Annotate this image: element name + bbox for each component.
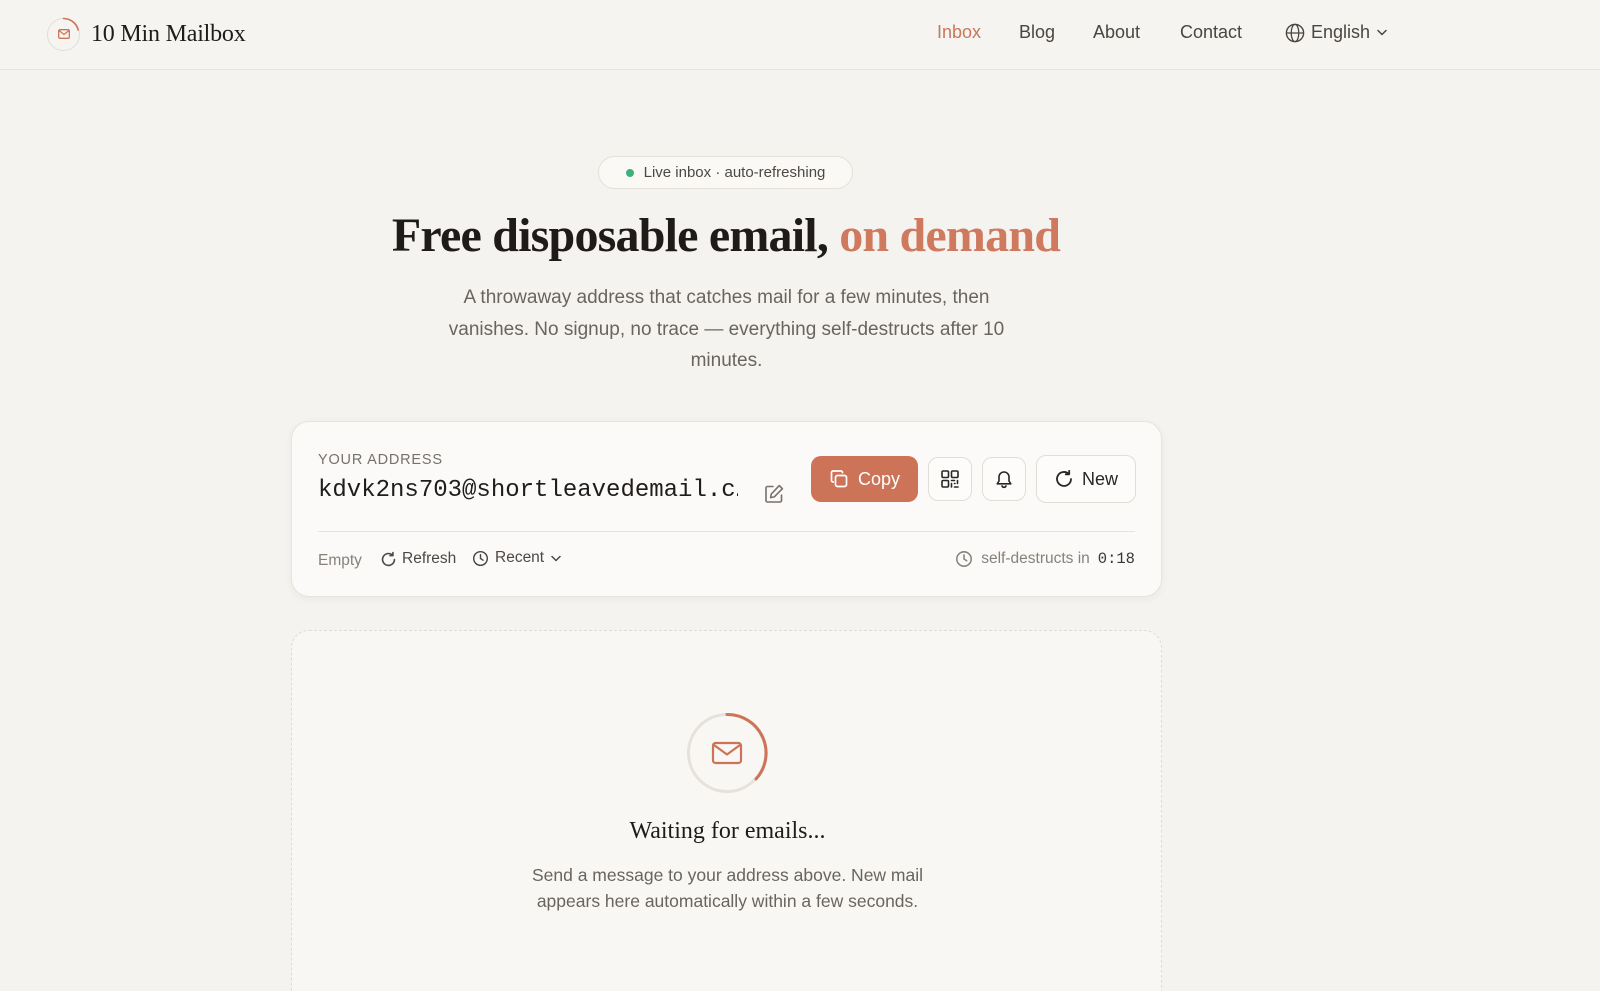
- mail-icon: [47, 17, 80, 51]
- nav-link-about[interactable]: About: [1093, 22, 1140, 43]
- nav-link-contact[interactable]: Contact: [1180, 22, 1242, 43]
- chevron-down-icon: [1377, 29, 1387, 36]
- new-button-label: New: [1081, 468, 1118, 489]
- card-divider: [318, 531, 1135, 532]
- clock-icon: [956, 551, 973, 567]
- top-navigation-bar: 10 Min Mailbox Inbox Blog About Contact …: [0, 0, 1600, 70]
- notifications-button[interactable]: [982, 457, 1026, 501]
- chevron-down-icon: [551, 555, 561, 561]
- refresh-icon: [1056, 469, 1072, 487]
- language-selector[interactable]: English: [1285, 22, 1393, 43]
- address-card: YOUR ADDRESS kdvk2ns703@shortleavedemail…: [291, 421, 1162, 597]
- empty-state-title: Waiting for emails...: [629, 818, 826, 844]
- refresh-label: Refresh: [402, 550, 457, 567]
- language-label: English: [1311, 22, 1371, 42]
- inbox-status: Empty: [318, 552, 362, 569]
- timer-label: self-destructs in: [981, 550, 1090, 567]
- self-destruct-timer: self-destructs in 0:18: [955, 550, 1135, 568]
- qr-code-icon: [941, 470, 959, 488]
- page-title-main: Free disposable email,: [391, 209, 840, 262]
- page-title-accent: on demand: [839, 209, 1061, 262]
- sort-dropdown[interactable]: Recent: [472, 549, 561, 567]
- copy-icon: [830, 470, 848, 488]
- empty-state-text: Send a message to your address above. Ne…: [531, 865, 924, 911]
- brand-logo[interactable]: 10 Min Mailbox: [47, 17, 246, 51]
- bell-icon: [996, 471, 1012, 489]
- globe-icon: [1285, 23, 1305, 42]
- live-status-badge: Live inbox · auto-refreshing: [598, 156, 853, 189]
- refresh-button[interactable]: Refresh: [380, 550, 456, 568]
- edit-icon: [765, 484, 784, 503]
- edit-address-button[interactable]: [760, 480, 788, 508]
- countdown-value: 0:18: [1097, 550, 1135, 568]
- brand-name: 10 Min Mailbox: [91, 20, 246, 47]
- refresh-icon: [381, 551, 396, 566]
- page-subtitle: A throwaway address that catches mail fo…: [448, 287, 1005, 371]
- clock-icon: [472, 550, 489, 566]
- qr-code-button[interactable]: [928, 457, 972, 501]
- live-indicator-dot: [625, 168, 634, 177]
- copy-button-label: Copy: [857, 468, 901, 489]
- new-address-button[interactable]: New: [1036, 455, 1136, 503]
- live-status-text: Live inbox · auto-refreshing: [643, 164, 826, 181]
- envelope-icon: [687, 712, 768, 793]
- nav-link-blog[interactable]: Blog: [1019, 22, 1055, 43]
- address-label: YOUR ADDRESS: [318, 452, 443, 468]
- nav-link-inbox[interactable]: Inbox: [937, 22, 981, 43]
- copy-button[interactable]: Copy: [811, 456, 918, 502]
- page-title: Free disposable email, on demand: [0, 208, 1452, 263]
- email-address[interactable]: kdvk2ns703@shortleavedemail.c…: [318, 477, 738, 504]
- sort-label: Recent: [495, 549, 545, 566]
- inbox-empty-state: Waiting for emails... Send a message to …: [291, 630, 1162, 991]
